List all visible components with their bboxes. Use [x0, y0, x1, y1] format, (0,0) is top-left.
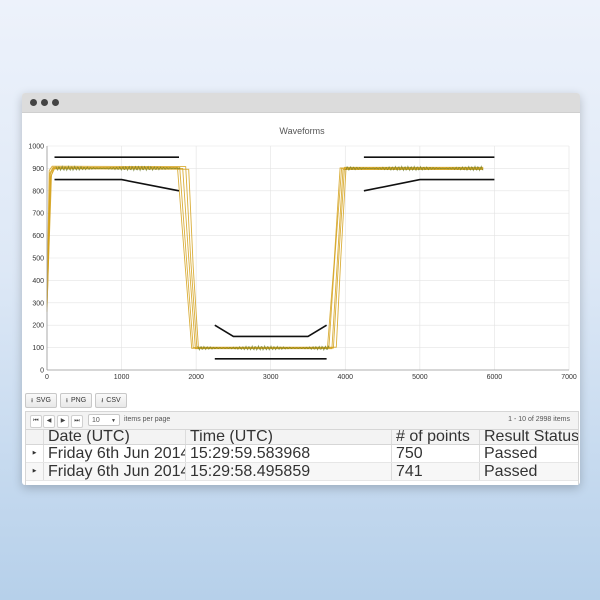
y-tick-label: 700 — [32, 211, 44, 218]
table-row[interactable]: ▶ Friday 6th Jun 2014 15:29:58.495859 74… — [26, 463, 578, 481]
browser-window: 0 100 200 300 400 500 600 700 800 900 1000 0 1000 200… — [22, 93, 580, 485]
x-tick-label: 4000 — [337, 374, 353, 381]
cell-status: Passed — [479, 463, 578, 480]
cell-status: Passed — [479, 445, 578, 462]
page-size-select[interactable]: 10 ▼ — [88, 414, 120, 426]
chart-title: Waveforms — [279, 126, 325, 136]
window-control-dot-3[interactable] — [52, 99, 59, 106]
window-control-dot-1[interactable] — [30, 99, 37, 106]
last-page-icon[interactable]: ⏭ — [71, 415, 83, 428]
y-tick-label: 200 — [32, 323, 44, 330]
y-tick-label: 1000 — [28, 144, 44, 151]
y-tick-label: 600 — [32, 233, 44, 240]
page-size-value: 10 — [92, 417, 100, 424]
y-tick-label: 500 — [32, 256, 44, 263]
x-tick-label: 5000 — [412, 374, 428, 381]
column-header-date[interactable]: Date (UTC) — [43, 430, 185, 444]
window-titlebar — [22, 93, 580, 113]
waveform-chart-svg: 0 100 200 300 400 500 600 700 800 900 1000 0 1000 200… — [28, 126, 577, 381]
x-tick-label: 1000 — [114, 374, 130, 381]
window-control-dot-2[interactable] — [41, 99, 48, 106]
export-svg-label: SVG — [36, 397, 51, 404]
x-tick-label: 3000 — [263, 374, 279, 381]
next-page-icon[interactable]: ▶ — [57, 415, 69, 428]
waveform-chart: 0 100 200 300 400 500 600 700 800 900 1000 0 1000 200… — [22, 113, 580, 393]
items-per-page-label: items per page — [124, 416, 171, 423]
expand-row-icon[interactable]: ▶ — [26, 463, 43, 480]
export-csv-button[interactable]: ⭳ CSV — [95, 393, 127, 408]
y-tick-label: 800 — [32, 188, 44, 195]
table-header-row: Date (UTC) Time (UTC) # of points Result… — [26, 430, 578, 445]
cell-points: 741 — [391, 463, 479, 480]
x-tick-label: 7000 — [561, 374, 577, 381]
pager-range-info: 1 - 10 of 2998 items — [508, 416, 570, 423]
cell-points: 750 — [391, 445, 479, 462]
export-csv-label: CSV — [106, 397, 121, 404]
export-svg-button[interactable]: ⭳ SVG — [25, 393, 57, 408]
export-png-label: PNG — [71, 397, 87, 404]
export-png-button[interactable]: ⭳ PNG — [59, 393, 93, 408]
first-page-icon[interactable]: ⏮ — [30, 415, 42, 428]
y-tick-label: 0 — [40, 368, 44, 375]
cell-date: Friday 6th Jun 2014 — [43, 463, 185, 480]
x-tick-label: 6000 — [487, 374, 503, 381]
cell-time: 15:29:59.583968 — [185, 445, 391, 462]
cell-time: 15:29:58.495859 — [185, 463, 391, 480]
export-toolbar: ⭳ SVG ⭳ PNG ⭳ CSV — [25, 393, 130, 408]
y-tick-label: 100 — [32, 345, 44, 352]
pager: ⏮ ◀ ▶ ⏭ 10 ▼ items per page 1 - 10 of 299… — [26, 412, 578, 430]
waveform-series-line — [46, 166, 484, 349]
column-header-time[interactable]: Time (UTC) — [185, 430, 391, 444]
column-header-status[interactable]: Result Status — [479, 430, 578, 444]
download-icon: ⭳ — [101, 398, 104, 404]
waveform-series-line — [46, 165, 484, 349]
cell-date: Friday 6th Jun 2014 — [43, 445, 185, 462]
expand-row-icon[interactable]: ▶ — [26, 445, 43, 462]
results-grid: ⏮ ◀ ▶ ⏭ 10 ▼ items per page 1 - 10 of 299… — [25, 411, 579, 485]
x-tick-label: 0 — [45, 374, 49, 381]
x-tick-label: 2000 — [188, 374, 204, 381]
mask-limit-line — [363, 178, 495, 192]
download-icon: ⭳ — [65, 398, 69, 404]
waveform-series-line — [46, 167, 484, 350]
table-row[interactable]: ▶ Friday 6th Jun 2014 15:29:59.583968 75… — [26, 445, 578, 463]
column-header-points[interactable]: # of points — [391, 430, 479, 444]
prev-page-icon[interactable]: ◀ — [43, 415, 55, 428]
y-tick-label: 400 — [32, 278, 44, 285]
chevron-down-icon: ▼ — [111, 418, 116, 424]
mask-limit-line — [54, 178, 180, 192]
y-tick-label: 900 — [32, 166, 44, 173]
download-icon: ⭳ — [31, 398, 34, 404]
y-tick-label: 300 — [32, 300, 44, 307]
